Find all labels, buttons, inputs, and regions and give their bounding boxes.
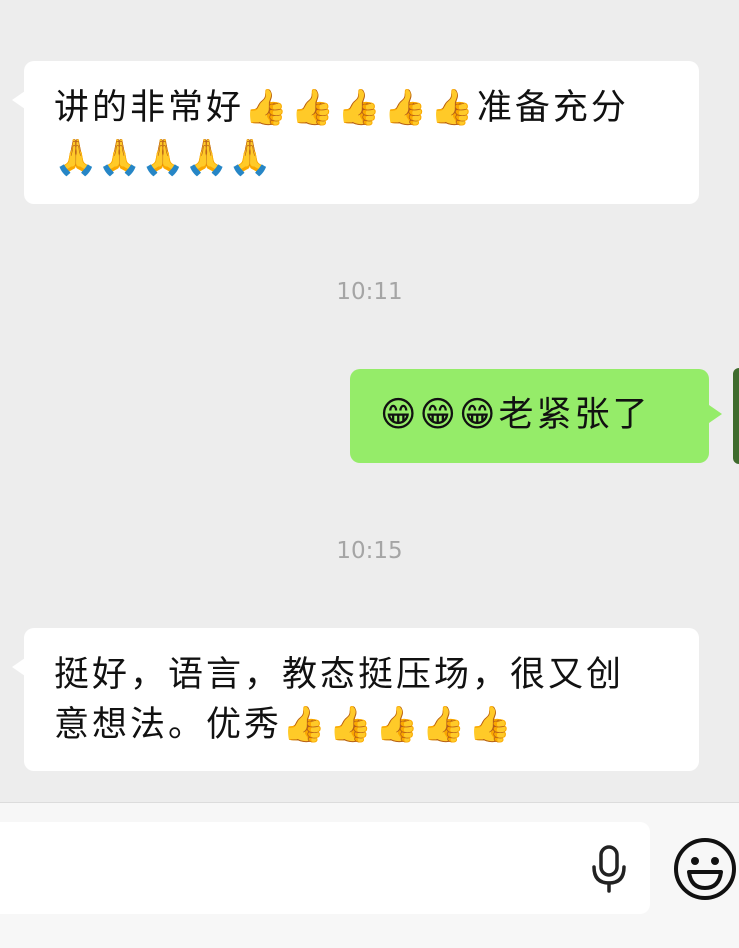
message-text: 😁😁😁老紧张了 <box>380 395 651 435</box>
message-bubble-received-1[interactable]: 讲的非常好👍👍👍👍👍准备充分 🙏🙏🙏🙏🙏 <box>12 61 699 204</box>
emoji-smile-icon[interactable] <box>672 836 738 902</box>
message-text-line: 意想法。优秀👍👍👍👍👍 <box>54 705 515 745</box>
bubble-tail <box>709 405 722 423</box>
bubble-tail <box>12 91 25 109</box>
timestamp: 10:15 <box>336 538 403 564</box>
message-text-line: 挺好，语言，教态挺压场，很又创 <box>54 655 625 695</box>
timestamp: 10:11 <box>336 279 403 305</box>
message-input[interactable] <box>0 822 650 914</box>
message-text-line: 🙏🙏🙏🙏🙏 <box>54 138 272 178</box>
message-bubble-sent-1[interactable]: 😁😁😁老紧张了 <box>350 369 722 463</box>
avatar[interactable] <box>733 368 739 464</box>
message-text-line: 讲的非常好👍👍👍👍👍准备充分 <box>54 88 629 128</box>
message-bubble-received-2[interactable]: 挺好，语言，教态挺压场，很又创 意想法。优秀👍👍👍👍👍 <box>12 628 699 771</box>
bubble-tail <box>12 658 25 676</box>
microphone-icon[interactable] <box>586 845 632 893</box>
